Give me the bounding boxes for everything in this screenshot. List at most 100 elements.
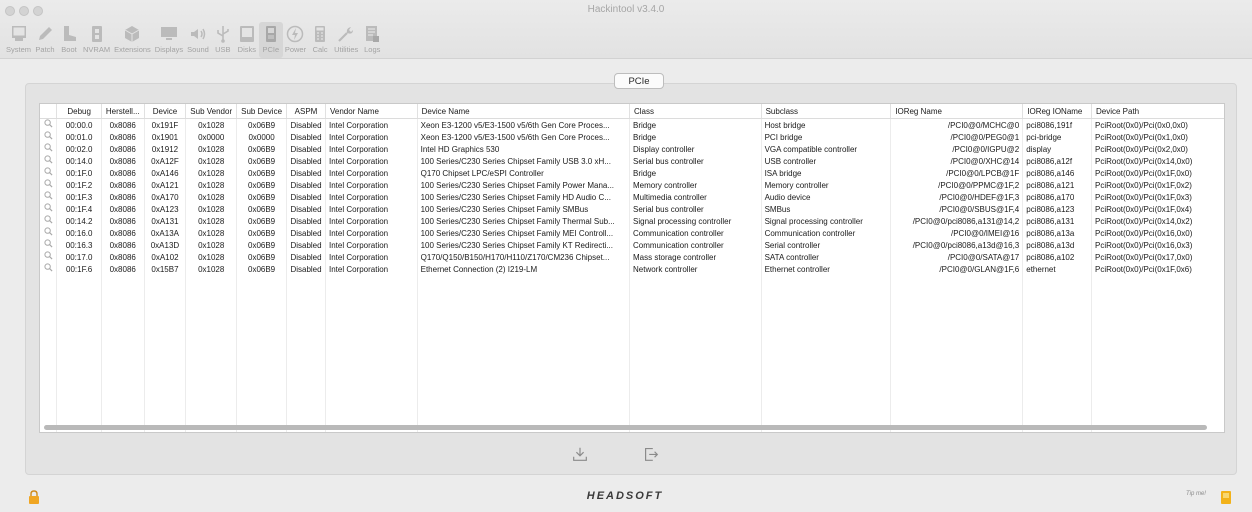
table-row[interactable]: 00:02.0 0x8086 0x1912 0x1028 0x06B9 Disabled I… [40,143,1224,155]
tip-jar-icon[interactable] [1220,490,1232,505]
cell-manufacturer: 0x8086 [101,239,145,251]
column-header-sub-device[interactable]: Sub Device [236,104,288,119]
cell-debug: 00:1F.3 [56,191,102,203]
column-header-vendor-name[interactable]: Vendor Name [325,104,418,119]
toolbar-item-boot[interactable]: Boot [57,22,81,58]
monitor-icon [9,22,29,45]
cell-ioreg-ioname: ethernet [1022,263,1092,275]
cell-manufacturer: 0x8086 [101,131,145,143]
toolbar-item-power[interactable]: Power [283,22,308,58]
table-row[interactable]: 00:1F.0 0x8086 0xA146 0x1028 0x06B9 Disabled I… [40,167,1224,179]
cell-device: 0x1901 [144,131,187,143]
cell-sub-vendor: 0x1028 [185,155,238,167]
toolbar-item-system[interactable]: System [4,22,33,58]
toolbar-label: Patch [35,45,55,54]
magnifier-icon[interactable] [40,227,58,239]
column-header-manufacturer[interactable]: Herstell... [101,104,145,119]
table-row[interactable]: 00:1F.4 0x8086 0xA123 0x1028 0x06B9 Disabled I… [40,203,1224,215]
toolbar-item-displays[interactable]: Displays [153,22,185,58]
magnifier-icon[interactable] [40,179,58,191]
export-button[interactable] [570,444,590,464]
cell-device-name: 100 Series/C230 Series Chipset Family KT… [417,239,631,251]
column-header-subclass[interactable]: Subclass [761,104,892,119]
magnifier-icon[interactable] [40,215,58,227]
cell-debug: 00:1F.4 [56,203,102,215]
empty-cell [185,275,238,432]
toolbar-item-patch[interactable]: Patch [33,22,57,58]
toolbar-item-logs[interactable]: Logs [360,22,384,58]
cell-debug: 00:01.0 [56,131,102,143]
empty-cell [101,275,145,432]
table-row[interactable]: 00:16.0 0x8086 0xA13A 0x1028 0x06B9 Disabled I… [40,227,1224,239]
magnifier-icon[interactable] [40,131,58,143]
memory-chip-icon [87,22,107,45]
cell-sub-vendor: 0x1028 [185,227,238,239]
toolbar-item-utilities[interactable]: Utilities [332,22,360,58]
cell-device-path: PciRoot(0x0)/Pci(0x16,0x3) [1095,240,1193,250]
column-header-device[interactable]: Device [144,104,187,119]
open-button[interactable] [641,444,661,464]
table-row[interactable]: 00:00.0 0x8086 0x191F 0x1028 0x06B9 Disabled I… [40,118,1224,131]
magnifier-icon[interactable] [40,155,58,167]
cell-device-name: Intel HD Graphics 530 [417,143,631,155]
column-header-class[interactable]: Class [629,104,762,119]
horizontal-scrollbar[interactable] [40,424,1224,431]
tip-me-label[interactable]: Tip me! [1186,491,1206,497]
magnifier-icon[interactable] [40,118,58,131]
toolbar-item-pcie[interactable]: PCIe [258,22,283,58]
magnifier-icon[interactable] [40,167,58,179]
toolbar-item-extensions[interactable]: Extensions [112,22,153,58]
table-row[interactable]: 00:17.0 0x8086 0xA102 0x1028 0x06B9 Disabled I… [40,251,1224,263]
cell-aspm: Disabled [286,167,326,179]
column-header-debug[interactable]: Debug [56,104,102,119]
cell-ioreg-name: /PCI0@0/SBUS@1F,4 [890,203,1024,215]
magnifier-icon[interactable] [40,143,58,155]
scrollbar-thumb[interactable] [44,425,1207,430]
empty-cell [56,275,102,432]
magnifier-icon[interactable] [40,251,58,263]
cell-device: 0x1912 [144,143,187,155]
toolbar-item-disks[interactable]: Disks [235,22,259,58]
cell-debug: 00:14.0 [56,155,102,167]
cell-sub-vendor: 0x1028 [185,203,238,215]
magnifier-icon[interactable] [40,239,58,251]
cell-manufacturer: 0x8086 [101,227,145,239]
table-row[interactable]: 00:1F.2 0x8086 0xA121 0x1028 0x06B9 Disabled I… [40,179,1224,191]
magnifier-icon[interactable] [40,191,58,203]
cell-manufacturer: 0x8086 [101,118,145,131]
cell-debug: 00:00.0 [56,118,102,131]
cell-class: Network controller [629,263,762,275]
table-row[interactable]: 00:14.0 0x8086 0xA12F 0x1028 0x06B9 Disabled I… [40,155,1224,167]
table-row[interactable]: 00:1F.6 0x8086 0x15B7 0x1028 0x06B9 Disabled I… [40,263,1224,275]
pcie-device-table[interactable]: Debug Herstell... Device Sub Vendor Sub … [39,103,1225,433]
cell-sub-vendor: 0x1028 [185,215,238,227]
column-header-device-name[interactable]: Device Name [417,104,631,119]
table-row[interactable]: 00:01.0 0x8086 0x1901 0x0000 0x0000 Disabled I… [40,131,1224,143]
table-row[interactable]: 00:16.3 0x8086 0xA13D 0x1028 0x06B9 Disabled I… [40,239,1224,251]
column-header-sub-vendor[interactable]: Sub Vendor [185,104,238,119]
table-row[interactable]: 00:14.2 0x8086 0xA131 0x1028 0x06B9 Disabled I… [40,215,1224,227]
toolbar-item-sound[interactable]: Sound [185,22,211,58]
cell-class: Communication controller [629,227,762,239]
lock-icon[interactable] [28,490,40,504]
magnifier-icon[interactable] [40,263,58,275]
magnifier-icon[interactable] [40,203,58,215]
column-header-ioreg-name[interactable]: IOReg Name [890,104,1024,119]
cell-class: Memory controller [629,179,762,191]
toolbar-item-usb[interactable]: USB [211,22,235,58]
cell-subclass: VGA compatible controller [761,143,892,155]
toolbar-item-nvram[interactable]: NVRAM [81,22,112,58]
column-header-aspm[interactable]: ASPM [286,104,326,119]
column-header-ioreg-ioname[interactable]: IOReg IOName [1022,104,1092,119]
cell-aspm: Disabled [286,118,326,131]
cell-device: 0x15B7 [144,263,187,275]
export-download-icon [573,447,587,461]
tab-pcie[interactable]: PCIe [614,73,664,89]
cell-manufacturer: 0x8086 [101,167,145,179]
cell-aspm: Disabled [286,155,326,167]
column-header[interactable] [40,104,58,119]
toolbar-item-calc[interactable]: Calc [308,22,332,58]
column-header-device-path[interactable]: Device Path [1091,104,1224,119]
cell-subclass: Ethernet controller [761,263,892,275]
table-row[interactable]: 00:1F.3 0x8086 0xA170 0x1028 0x06B9 Disabled I… [40,191,1224,203]
